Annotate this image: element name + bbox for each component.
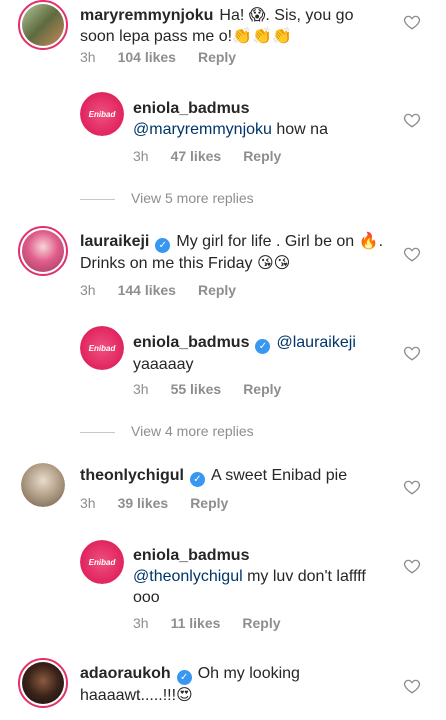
enibad-logo: Enibad	[80, 540, 124, 584]
comment-meta: 3h 39 likes Reply	[80, 494, 250, 512]
username[interactable]: eniola_badmus	[133, 334, 249, 351]
avatar[interactable]	[21, 463, 65, 507]
enibad-logo: Enibad	[80, 92, 124, 136]
username[interactable]: lauraikeji	[80, 233, 149, 250]
verified-badge-icon: ✓	[255, 339, 271, 354]
timestamp: 3h	[133, 148, 149, 164]
view-more-label[interactable]: View 4 more replies	[131, 423, 254, 439]
view-more-replies[interactable]: View 4 more replies	[80, 423, 254, 439]
timestamp: 3h	[80, 495, 96, 511]
avatar[interactable]	[18, 658, 68, 708]
timestamp: 3h	[133, 615, 149, 631]
reply-button[interactable]: Reply	[198, 49, 236, 65]
comment-body: how na	[271, 121, 328, 138]
reply-comment: Enibad eniola_badmus ✓ @lauraikeji yaaaaay…	[0, 326, 446, 406]
comment-meta: 3h 55 likes Reply	[133, 380, 303, 398]
reply-button[interactable]: Reply	[190, 495, 228, 511]
divider	[80, 431, 115, 433]
likes-count[interactable]: 11 likes	[171, 615, 221, 631]
likes-count[interactable]: 144 likes	[118, 282, 176, 298]
comment-text: eniola_badmus @maryremmynjoku how na	[133, 98, 383, 140]
username[interactable]: maryremmynjoku	[80, 7, 213, 24]
mention-link[interactable]: @theonlychigul	[133, 568, 243, 585]
likes-count[interactable]: 47 likes	[171, 148, 222, 164]
enibad-logo: Enibad	[80, 326, 124, 370]
divider	[80, 198, 115, 200]
comment-text: adaoraukoh ✓ Oh my looking haaaawt.....!!!…	[80, 663, 320, 706]
heart-outline-icon[interactable]	[403, 111, 421, 129]
heart-outline-icon[interactable]	[403, 13, 421, 31]
timestamp: 3h	[80, 49, 96, 65]
comment-body: A sweet Enibad pie	[211, 467, 348, 484]
likes-count[interactable]: 104 likes	[118, 49, 176, 65]
comment: lauraikeji ✓ My girl for life . Girl be on…	[0, 226, 446, 306]
avatar[interactable]	[18, 0, 68, 50]
view-more-replies[interactable]: View 5 more replies	[80, 190, 254, 206]
reply-button[interactable]: Reply	[198, 282, 236, 298]
heart-outline-icon[interactable]	[403, 344, 421, 362]
view-more-label[interactable]: View 5 more replies	[131, 190, 254, 206]
comment-text: lauraikeji ✓ My girl for life . Girl be on…	[80, 231, 390, 274]
avatar[interactable]	[18, 226, 68, 276]
timestamp: 3h	[80, 282, 96, 298]
comment-body: yaaaaay	[133, 356, 194, 373]
comment-meta: 3h 144 likes Reply	[80, 281, 258, 299]
comment-text: maryremmynjoku Ha! 😱. Sis, you go soon le…	[80, 5, 390, 47]
reply-comment: Enibad eniola_badmus @theonlychigul my l…	[0, 540, 446, 640]
likes-count[interactable]: 39 likes	[118, 495, 169, 511]
username[interactable]: adaoraukoh	[80, 665, 171, 682]
verified-badge-icon: ✓	[176, 670, 192, 685]
comment: theonlychigul ✓ A sweet Enibad pie 3h 39 li…	[0, 460, 446, 520]
avatar[interactable]: Enibad	[80, 540, 124, 584]
reply-comment: Enibad eniola_badmus @maryremmynjoku how…	[0, 92, 446, 172]
comment: maryremmynjoku Ha! 😱. Sis, you go soon le…	[0, 0, 446, 70]
comment-text: eniola_badmus ✓ @lauraikeji yaaaaay	[133, 332, 383, 375]
likes-count[interactable]: 55 likes	[171, 381, 222, 397]
avatar[interactable]: Enibad	[80, 326, 124, 370]
comment-meta: 3h 104 likes Reply	[80, 48, 258, 66]
username[interactable]: eniola_badmus	[133, 98, 377, 119]
reply-button[interactable]: Reply	[243, 381, 281, 397]
verified-badge-icon: ✓	[155, 238, 171, 253]
comment: adaoraukoh ✓ Oh my looking haaaawt.....!!!…	[0, 658, 446, 720]
mention-link[interactable]: @lauraikeji	[276, 334, 355, 351]
heart-outline-icon[interactable]	[403, 245, 421, 263]
heart-outline-icon[interactable]	[403, 478, 421, 496]
timestamp: 3h	[133, 381, 149, 397]
username[interactable]: theonlychigul	[80, 467, 184, 484]
verified-badge-icon: ✓	[190, 472, 205, 487]
username[interactable]: eniola_badmus	[133, 545, 367, 566]
comment-text: theonlychigul ✓ A sweet Enibad pie	[80, 465, 390, 487]
reply-button[interactable]: Reply	[243, 148, 281, 164]
reply-button[interactable]: Reply	[242, 615, 280, 631]
comment-text: eniola_badmus @theonlychigul my luv don'…	[133, 545, 373, 608]
comment-meta: 3h 11 likes Reply	[133, 614, 303, 632]
comment-meta: 3h 47 likes Reply	[133, 147, 303, 165]
heart-outline-icon[interactable]	[403, 557, 421, 575]
mention-link[interactable]: @maryremmynjoku	[133, 121, 272, 138]
avatar[interactable]: Enibad	[80, 92, 124, 136]
heart-outline-icon[interactable]	[403, 677, 421, 695]
